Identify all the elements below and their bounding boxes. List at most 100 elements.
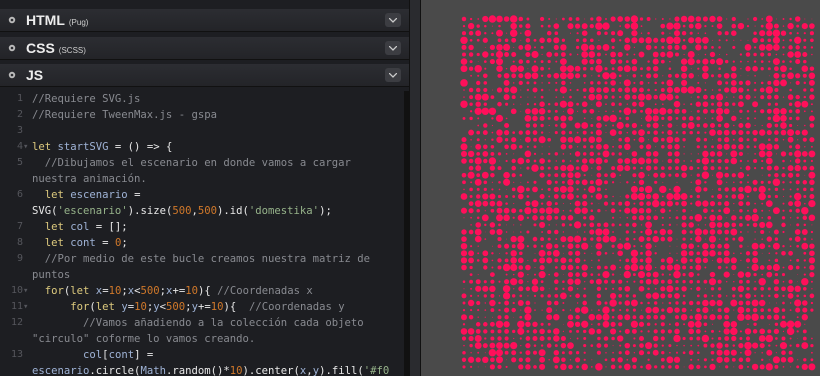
- dot: [604, 301, 608, 305]
- dot: [674, 158, 680, 164]
- dot: [589, 38, 594, 43]
- dot: [554, 52, 559, 57]
- dot: [682, 130, 686, 135]
- dot: [782, 245, 785, 248]
- dot: [702, 101, 709, 108]
- chevron-down-icon[interactable]: [385, 41, 401, 55]
- dot: [795, 116, 800, 121]
- dot: [623, 79, 631, 87]
- dot: [569, 89, 572, 91]
- dot: [560, 44, 567, 51]
- fold-arrow-icon[interactable]: ▾: [23, 299, 30, 315]
- dot: [717, 308, 722, 313]
- dot: [708, 235, 717, 243]
- dot: [489, 321, 495, 327]
- chevron-down-icon[interactable]: [385, 13, 401, 27]
- dot: [675, 280, 679, 284]
- js-editor-header[interactable]: JS: [0, 64, 409, 87]
- html-editor-header[interactable]: HTML (Pug): [0, 9, 409, 32]
- editors-pane: HTML (Pug) CSS (SCSS) JS 1//Requiere SVG…: [0, 0, 409, 376]
- dot: [484, 352, 486, 354]
- code-line[interactable]: SVG('escenario').size(500,500).id('domes…: [0, 203, 404, 219]
- code-line[interactable]: 3: [0, 123, 404, 139]
- code-line[interactable]: 4 ▾ let startSVG = () => {: [0, 139, 404, 155]
- dot: [595, 314, 602, 321]
- code-line[interactable]: 12 //Vamos añadiendo a la colección cada…: [0, 315, 404, 331]
- dot: [782, 96, 785, 98]
- dot: [803, 32, 806, 35]
- dot: [772, 263, 780, 272]
- dot: [474, 335, 482, 342]
- dot: [525, 350, 531, 356]
- dot: [596, 52, 601, 57]
- dot: [525, 123, 531, 128]
- code-line[interactable]: escenario.circle(Math.random()*10).cente…: [0, 363, 404, 376]
- dot: [683, 153, 685, 155]
- chevron-down-icon[interactable]: [385, 68, 401, 82]
- dot: [752, 208, 758, 213]
- dot: [787, 165, 794, 172]
- dot: [683, 323, 686, 326]
- dot: [673, 36, 681, 45]
- dot: [687, 122, 695, 129]
- dot: [609, 114, 617, 123]
- code-line[interactable]: 9 //Por medio de este bucle creamos nues…: [0, 251, 404, 267]
- dot: [604, 287, 608, 291]
- code-line[interactable]: 1//Requiere SVG.js: [0, 91, 404, 107]
- dot: [654, 287, 657, 290]
- dot: [810, 358, 814, 362]
- dot: [534, 46, 536, 49]
- dot: [652, 349, 659, 356]
- gear-icon[interactable]: [5, 68, 19, 82]
- code-line[interactable]: "circulo" coforme lo vamos creando.: [0, 331, 404, 347]
- dot: [498, 308, 501, 312]
- dot: [759, 343, 765, 349]
- dot: [534, 252, 536, 254]
- dot: [681, 122, 687, 129]
- dot: [647, 330, 650, 333]
- dot: [794, 164, 801, 172]
- dot: [768, 359, 770, 361]
- code-line[interactable]: 2//Requiere TweenMax.js - gspa: [0, 107, 404, 123]
- dot: [739, 60, 742, 63]
- dot: [612, 252, 614, 255]
- dot: [640, 67, 643, 71]
- dot: [726, 153, 728, 155]
- dot: [517, 327, 525, 335]
- gear-icon[interactable]: [5, 41, 19, 55]
- fold-arrow-icon[interactable]: ▾: [23, 283, 30, 299]
- dot: [597, 322, 601, 326]
- dot: [567, 286, 574, 292]
- dot: [591, 323, 593, 326]
- code-line[interactable]: 10 ▾ for(let x=10;x<500;x+=10){ //Coorden…: [0, 283, 404, 299]
- gear-icon[interactable]: [5, 13, 19, 27]
- css-editor-header[interactable]: CSS (SCSS): [0, 37, 409, 60]
- resize-handle[interactable]: [409, 0, 421, 376]
- dot: [752, 222, 758, 228]
- dot: [468, 44, 474, 51]
- dot: [674, 137, 680, 143]
- dot: [716, 23, 723, 29]
- code-line[interactable]: 5 //Dibujamos el escenario en donde vamo…: [0, 155, 404, 171]
- dot: [517, 300, 524, 306]
- dot: [789, 217, 792, 219]
- dot: [808, 79, 815, 86]
- dot: [602, 228, 610, 236]
- dot: [794, 51, 802, 58]
- js-code-editor[interactable]: 1//Requiere SVG.js 2//Requiere TweenMax.j…: [0, 91, 404, 376]
- dot: [540, 131, 544, 134]
- dot: [590, 366, 593, 368]
- code-line[interactable]: 13 col[cont] =: [0, 347, 404, 363]
- dot: [497, 315, 502, 320]
- code-line[interactable]: 8 let cont = 0;: [0, 235, 404, 251]
- dot: [483, 329, 488, 334]
- code-line[interactable]: nuestra animación.: [0, 171, 404, 187]
- code-line[interactable]: 11 ▾ for(let y=10;y<500;y+=10){ //Coorden…: [0, 299, 404, 315]
- code-line[interactable]: 7 let col = [];: [0, 219, 404, 235]
- fold-arrow-icon[interactable]: ▾: [23, 139, 30, 155]
- code-line[interactable]: 6 let escenario =: [0, 187, 404, 203]
- dot: [475, 322, 481, 327]
- code-line[interactable]: puntos: [0, 267, 404, 283]
- dot: [484, 231, 486, 233]
- dot: [662, 75, 664, 77]
